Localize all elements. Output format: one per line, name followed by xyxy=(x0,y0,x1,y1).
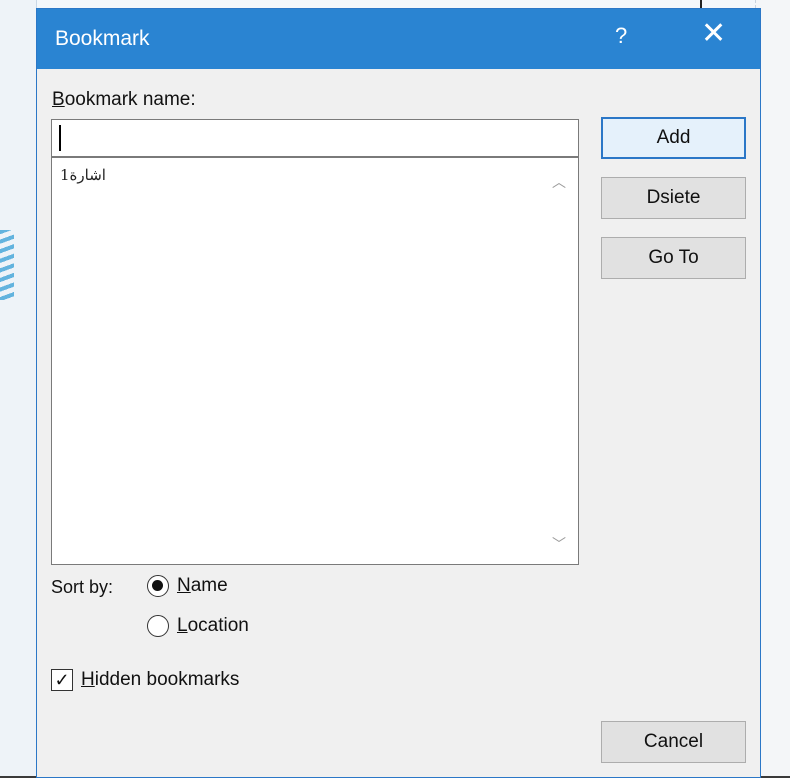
delete-button[interactable]: Dsiete xyxy=(601,177,746,219)
bookmark-name-accel: B xyxy=(52,89,65,110)
sort-by-label: Sort by: xyxy=(51,577,114,597)
hidden-bookmarks-label: idden bookmarks xyxy=(94,669,240,690)
scroll-up-icon[interactable]: ︿ xyxy=(552,172,566,192)
bookmark-name-input[interactable] xyxy=(51,119,579,157)
checkmark-icon[interactable]: ✓ xyxy=(51,669,73,691)
background-document-left xyxy=(0,0,37,778)
list-item[interactable]: اشارة1 xyxy=(60,166,106,184)
bookmark-dialog: Bookmark ? ✕ Bookmark name: اشارة1 ︿ ﹀ A… xyxy=(36,8,761,778)
bookmark-name-label-text: ookmark name: xyxy=(64,89,196,110)
go-to-button[interactable]: Go To xyxy=(601,237,746,279)
radio-unchecked-icon[interactable] xyxy=(147,615,169,637)
sort-location-label: ocation xyxy=(187,615,249,636)
help-button[interactable]: ? xyxy=(615,23,627,49)
scroll-down-icon[interactable]: ﹀ xyxy=(552,534,566,554)
add-button[interactable]: Add xyxy=(601,117,746,159)
close-icon[interactable]: ✕ xyxy=(701,19,726,49)
hidden-bookmarks-accel: H xyxy=(81,669,95,690)
dialog-titlebar: Bookmark ? ✕ xyxy=(37,9,760,69)
bookmark-list[interactable]: اشارة1 ︿ ﹀ xyxy=(51,157,579,565)
cancel-button[interactable]: Cancel xyxy=(601,721,746,763)
background-decoration xyxy=(0,230,14,300)
bookmark-name-label: Bookmark name: xyxy=(52,89,196,111)
sort-name-radio[interactable]: Name xyxy=(147,575,228,597)
sort-location-accel: L xyxy=(177,615,188,636)
sort-location-radio[interactable]: Location xyxy=(147,615,249,637)
radio-checked-icon[interactable] xyxy=(147,575,169,597)
hidden-bookmarks-checkbox[interactable]: ✓ Hidden bookmarks xyxy=(51,669,239,691)
text-caret xyxy=(59,125,61,151)
sort-name-accel: N xyxy=(177,575,191,596)
sort-name-label: ame xyxy=(190,575,228,596)
dialog-title: Bookmark xyxy=(55,27,150,50)
